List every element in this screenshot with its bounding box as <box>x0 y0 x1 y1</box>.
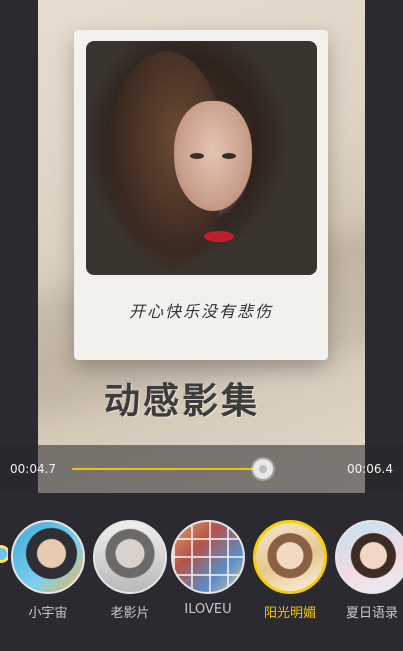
template-thumbnail <box>253 520 327 594</box>
progress-track[interactable] <box>72 459 334 479</box>
photo-caption: 开心快乐没有悲伤 <box>128 302 273 321</box>
template-label: 阳光明媚 <box>263 606 316 621</box>
template-thumbnail <box>93 520 167 594</box>
polaroid-frame: 开心快乐没有悲伤 <box>74 30 328 360</box>
template-label: 夏日语录 <box>345 606 398 621</box>
album-title: 动感影集 <box>104 381 261 422</box>
progress-knob[interactable] <box>253 459 274 479</box>
template-thumbnail <box>11 520 85 594</box>
total-time: 00:06.4 <box>346 462 393 476</box>
partial-template-thumb <box>0 541 8 567</box>
template-item[interactable]: ILOVEU <box>170 520 246 620</box>
video-preview[interactable]: 开心快乐没有悲伤 动感影集 <box>38 0 365 493</box>
current-time: 00:04.7 <box>10 462 57 476</box>
right-gutter <box>365 0 403 493</box>
template-label: 老影片 <box>110 606 150 621</box>
template-item[interactable]: 夏日语录 <box>334 520 403 621</box>
template-item[interactable]: 老影片 <box>92 520 168 621</box>
template-strip: 小宇宙 老影片 ILOVEU 阳光明媚 夏日语录 <box>0 493 403 651</box>
template-label: ILOVEU <box>184 602 232 617</box>
portrait-photo <box>86 41 317 275</box>
template-item[interactable]: 小宇宙 <box>10 520 86 621</box>
playback-timeline: 00:04.7 00:06.4 <box>0 445 403 493</box>
template-label: 小宇宙 <box>28 606 68 621</box>
progress-fill <box>72 468 264 470</box>
left-gutter <box>0 0 38 493</box>
template-thumbnail <box>335 520 403 594</box>
template-thumbnail <box>171 520 245 594</box>
template-item[interactable]: 阳光明媚 <box>252 520 328 621</box>
